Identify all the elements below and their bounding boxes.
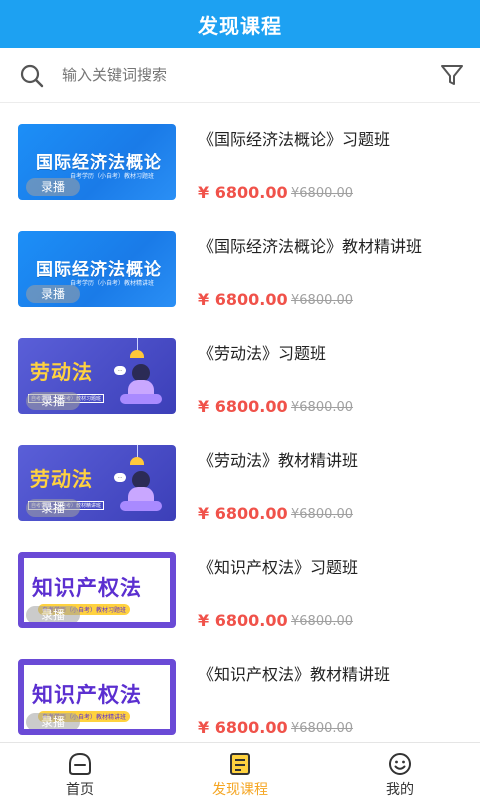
thumb-title: 知识产权法: [32, 576, 142, 600]
record-badge: 录播: [26, 392, 80, 410]
course-thumbnail[interactable]: 国际经济法概论 自考学历（小自考）教材习题班 录播: [18, 124, 176, 200]
course-thumbnail[interactable]: 知识产权法 自考学历（小自考）教材习题班 录播: [18, 552, 176, 628]
bottom-tab-bar: 首页 发现课程 我的: [0, 742, 480, 800]
course-item[interactable]: 国际经济法概论 自考学历（小自考）教材习题班 录播 《国际经济法概论》习题班 ¥…: [0, 104, 480, 211]
speech-bubble-icon: …: [114, 366, 126, 375]
search-icon[interactable]: [19, 63, 45, 89]
course-item[interactable]: 劳动法 自考学历（小自考）教材精讲班 … 录播 《劳动法》教材精讲班 ¥ 680…: [0, 425, 480, 532]
course-original-price: ¥6800.00: [291, 186, 354, 201]
discover-icon: [227, 751, 253, 777]
tab-discover[interactable]: 发现课程: [160, 743, 320, 800]
thumb-title: 国际经济法概论: [36, 260, 162, 280]
tab-label: 首页: [66, 782, 94, 798]
course-title[interactable]: 《劳动法》教材精讲班: [198, 447, 358, 471]
course-price: ¥ 6800.00: [198, 611, 288, 630]
course-title[interactable]: 《国际经济法概论》习题班: [198, 126, 390, 150]
speech-bubble-icon: …: [114, 473, 126, 482]
course-title[interactable]: 《知识产权法》习题班: [198, 554, 358, 578]
thumb-title: 劳动法: [30, 467, 93, 491]
course-price: ¥ 6800.00: [198, 718, 288, 737]
tab-home[interactable]: 首页: [0, 743, 160, 800]
record-badge: 录播: [26, 178, 80, 196]
student-illustration: [120, 471, 162, 513]
course-price: ¥ 6800.00: [198, 504, 288, 523]
search-bar: [0, 48, 480, 103]
record-badge: 录播: [26, 713, 80, 729]
lamp-icon: [130, 457, 144, 465]
record-badge: 录播: [26, 285, 80, 303]
course-list: 国际经济法概论 自考学历（小自考）教材习题班 录播 《国际经济法概论》习题班 ¥…: [0, 104, 480, 741]
course-thumbnail[interactable]: 国际经济法概论 自考学历（小自考）教材精讲班 录播: [18, 231, 176, 307]
course-price: ¥ 6800.00: [198, 290, 288, 309]
course-thumbnail[interactable]: 劳动法 自考学历（小自考）教材习题班 … 录播: [18, 338, 176, 414]
student-illustration: [120, 364, 162, 406]
course-original-price: ¥6800.00: [291, 400, 354, 415]
tab-label: 发现课程: [212, 782, 268, 798]
app-root: 发现课程 国际经济法概论 自考学历（小自考）教材习题班 录播 《国际经济法概论》…: [0, 0, 480, 800]
course-item[interactable]: 知识产权法 自考学历（小自考）教材习题班 录播 《知识产权法》习题班 ¥ 680…: [0, 532, 480, 639]
search-input[interactable]: [62, 62, 422, 88]
course-item[interactable]: 知识产权法 自考学历（小自考）教材精讲班 录播 《知识产权法》教材精讲班 ¥ 6…: [0, 639, 480, 741]
course-price: ¥ 6800.00: [198, 397, 288, 416]
course-thumbnail[interactable]: 劳动法 自考学历（小自考）教材精讲班 … 录播: [18, 445, 176, 521]
home-icon: [67, 751, 93, 777]
filter-icon[interactable]: [438, 61, 466, 89]
course-original-price: ¥6800.00: [291, 721, 354, 736]
thumb-title: 劳动法: [30, 360, 93, 384]
thumb-title: 知识产权法: [32, 683, 142, 707]
course-original-price: ¥6800.00: [291, 614, 354, 629]
course-title[interactable]: 《国际经济法概论》教材精讲班: [198, 233, 422, 257]
record-badge: 录播: [26, 606, 80, 622]
record-badge: 录播: [26, 499, 80, 517]
lamp-icon: [130, 350, 144, 358]
course-original-price: ¥6800.00: [291, 293, 354, 308]
course-title[interactable]: 《劳动法》习题班: [198, 340, 326, 364]
course-price: ¥ 6800.00: [198, 183, 288, 202]
course-item[interactable]: 国际经济法概论 自考学历（小自考）教材精讲班 录播 《国际经济法概论》教材精讲班…: [0, 211, 480, 318]
page-title: 发现课程: [0, 0, 480, 48]
course-original-price: ¥6800.00: [291, 507, 354, 522]
tab-profile[interactable]: 我的: [320, 743, 480, 800]
course-thumbnail[interactable]: 知识产权法 自考学历（小自考）教材精讲班 录播: [18, 659, 176, 735]
thumb-title: 国际经济法概论: [36, 153, 162, 173]
profile-icon: [387, 751, 413, 777]
tab-label: 我的: [386, 782, 414, 798]
course-item[interactable]: 劳动法 自考学历（小自考）教材习题班 … 录播 《劳动法》习题班 ¥ 6800.…: [0, 318, 480, 425]
thumb-subtitle: 自考学历（小自考）教材习题班: [70, 173, 155, 180]
thumb-subtitle: 自考学历（小自考）教材精讲班: [70, 280, 155, 287]
course-title[interactable]: 《知识产权法》教材精讲班: [198, 661, 390, 685]
